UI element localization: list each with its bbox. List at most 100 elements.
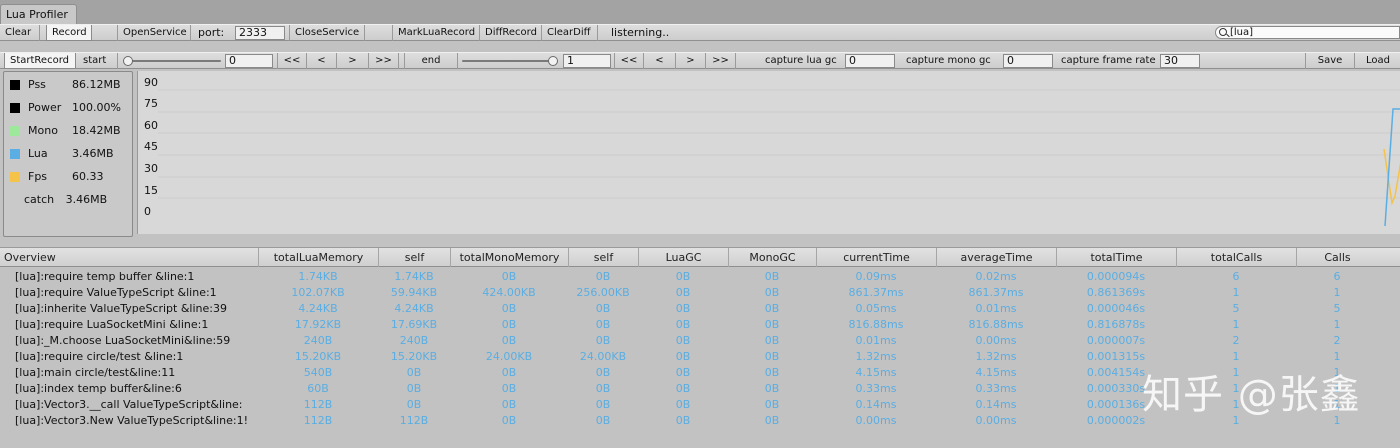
legend-name: Power	[28, 101, 62, 114]
row-cell: 24.00KB	[579, 350, 627, 363]
row-cell: 861.37ms	[848, 286, 904, 299]
graph-lines	[158, 89, 1400, 227]
row-cell: 816.88ms	[848, 318, 904, 331]
row-cell: 0B	[595, 366, 611, 379]
column-header-mono-self[interactable]: self	[568, 248, 638, 267]
row-cell: 102.07KB	[291, 286, 345, 299]
profiler-graph[interactable]: 90 75 60 45 30 15 0	[137, 71, 1400, 234]
row-cell: 0B	[501, 270, 517, 283]
capture-frame-rate-label: capture frame rate	[1061, 55, 1156, 66]
row-cell: 2	[1232, 334, 1240, 347]
row-cell: 0B	[675, 366, 691, 379]
table-row[interactable]: [lua]:_M.choose LuaSocketMini&line:59 240…	[0, 333, 1400, 349]
column-header-total-lua-memory[interactable]: totalLuaMemory	[258, 248, 378, 267]
row-function-name: [lua]:require circle/test &line:1	[15, 350, 184, 363]
start-slider-track	[123, 60, 221, 62]
row-cell: 0B	[406, 398, 422, 411]
capture-lua-gc-input[interactable]: 0	[845, 54, 895, 68]
open-service-button[interactable]: OpenService	[117, 25, 191, 41]
row-cell: 1	[1333, 286, 1341, 299]
start-last-button[interactable]: >>	[369, 53, 399, 69]
row-cell: 1.74KB	[298, 270, 338, 283]
start-slider[interactable]	[123, 56, 221, 66]
column-header-total-mono-memory[interactable]: totalMonoMemory	[450, 248, 568, 267]
save-button[interactable]: Save	[1305, 53, 1355, 69]
row-cell: 0B	[764, 382, 780, 395]
row-cell: 0.000094s	[1086, 270, 1146, 283]
capture-lua-gc-label: capture lua gc	[765, 55, 837, 66]
row-cell: 0.000046s	[1086, 302, 1146, 315]
row-cell: 0.05ms	[855, 302, 897, 315]
table-row[interactable]: [lua]:require temp buffer &line:1 1.74KB 1…	[0, 269, 1400, 285]
mark-lua-record-button[interactable]: MarkLuaRecord	[392, 25, 480, 41]
end-label: end	[404, 53, 458, 69]
column-header-calls[interactable]: Calls	[1296, 248, 1378, 267]
start-record-button[interactable]: StartRecord	[4, 53, 76, 69]
row-cell: 112B	[303, 398, 333, 411]
column-header-overview[interactable]: Overview	[0, 248, 258, 267]
column-header-lua-gc[interactable]: LuaGC	[638, 248, 728, 267]
start-prev-button[interactable]: <	[307, 53, 337, 69]
column-header-total-calls[interactable]: totalCalls	[1176, 248, 1296, 267]
legend-swatch	[10, 172, 20, 182]
port-input[interactable]: 2333	[235, 26, 285, 40]
start-next-button[interactable]: >	[337, 53, 369, 69]
row-cell: 861.37ms	[968, 286, 1024, 299]
end-last-button[interactable]: >>	[706, 53, 736, 69]
service-status: listerning..	[611, 26, 670, 39]
row-cell: 0B	[595, 302, 611, 315]
end-slider-thumb[interactable]	[548, 56, 558, 66]
row-cell: 0B	[764, 286, 780, 299]
row-cell: 1.74KB	[394, 270, 434, 283]
record-button[interactable]: Record	[46, 25, 92, 41]
capture-mono-gc-input[interactable]: 0	[1003, 54, 1053, 68]
row-cell: 0.02ms	[975, 270, 1017, 283]
row-cell: 0B	[501, 318, 517, 331]
window-title-tab[interactable]: Lua Profiler	[0, 4, 77, 24]
end-prev-button[interactable]: <	[644, 53, 676, 69]
row-cell: 540B	[303, 366, 333, 379]
row-cell: 0B	[764, 270, 780, 283]
row-cell: 0B	[595, 398, 611, 411]
row-cell: 2	[1333, 334, 1341, 347]
table-row[interactable]: [lua]:inherite ValueTypeScript &line:39 4…	[0, 301, 1400, 317]
column-header-mono-gc[interactable]: MonoGC	[728, 248, 816, 267]
end-slider[interactable]	[462, 56, 558, 66]
search-input[interactable]: [lua]	[1215, 26, 1400, 39]
row-cell: 0.01ms	[855, 334, 897, 347]
overview-table-body: [lua]:require temp buffer &line:1 1.74KB 1…	[0, 268, 1400, 448]
diff-record-button[interactable]: DiffRecord	[480, 25, 542, 41]
clear-button[interactable]: Clear	[0, 25, 40, 41]
load-button[interactable]: Load	[1356, 53, 1400, 69]
table-row[interactable]: [lua]:require LuaSocketMini &line:1 17.92…	[0, 317, 1400, 333]
row-cell: 15.20KB	[294, 350, 342, 363]
row-cell: 0B	[675, 286, 691, 299]
close-service-button[interactable]: CloseService	[289, 25, 365, 41]
legend-name: Fps	[28, 170, 48, 183]
row-cell: 240B	[303, 334, 333, 347]
column-header-current-time[interactable]: currentTime	[816, 248, 936, 267]
end-next-button[interactable]: >	[676, 53, 706, 69]
main-toolbar: Clear Record OpenService port: 2333 Clos…	[0, 24, 1400, 41]
row-cell: 5	[1232, 302, 1240, 315]
end-first-button[interactable]: <<	[614, 53, 644, 69]
row-cell: 0.09ms	[855, 270, 897, 283]
column-header-total-time[interactable]: totalTime	[1056, 248, 1176, 267]
table-row[interactable]: [lua]:require ValueTypeScript &line:1 102…	[0, 285, 1400, 301]
capture-frame-rate-input[interactable]: 30	[1160, 54, 1200, 68]
row-cell: 0.00ms	[975, 334, 1017, 347]
row-cell: 0B	[764, 350, 780, 363]
column-header-average-time[interactable]: averageTime	[936, 248, 1056, 267]
start-slider-thumb[interactable]	[123, 56, 133, 66]
column-header-lua-self[interactable]: self	[378, 248, 450, 267]
start-first-button[interactable]: <<	[277, 53, 307, 69]
end-frame-input[interactable]: 1	[563, 54, 611, 68]
window-titlebar: Lua Profiler	[0, 0, 1400, 24]
clear-diff-button[interactable]: ClearDiff	[542, 25, 598, 41]
start-frame-input[interactable]: 0	[225, 54, 273, 68]
row-cell: 0B	[595, 318, 611, 331]
row-cell: 0B	[595, 414, 611, 427]
row-cell: 0B	[764, 318, 780, 331]
row-cell: 0B	[764, 334, 780, 347]
row-cell: 816.88ms	[968, 318, 1024, 331]
